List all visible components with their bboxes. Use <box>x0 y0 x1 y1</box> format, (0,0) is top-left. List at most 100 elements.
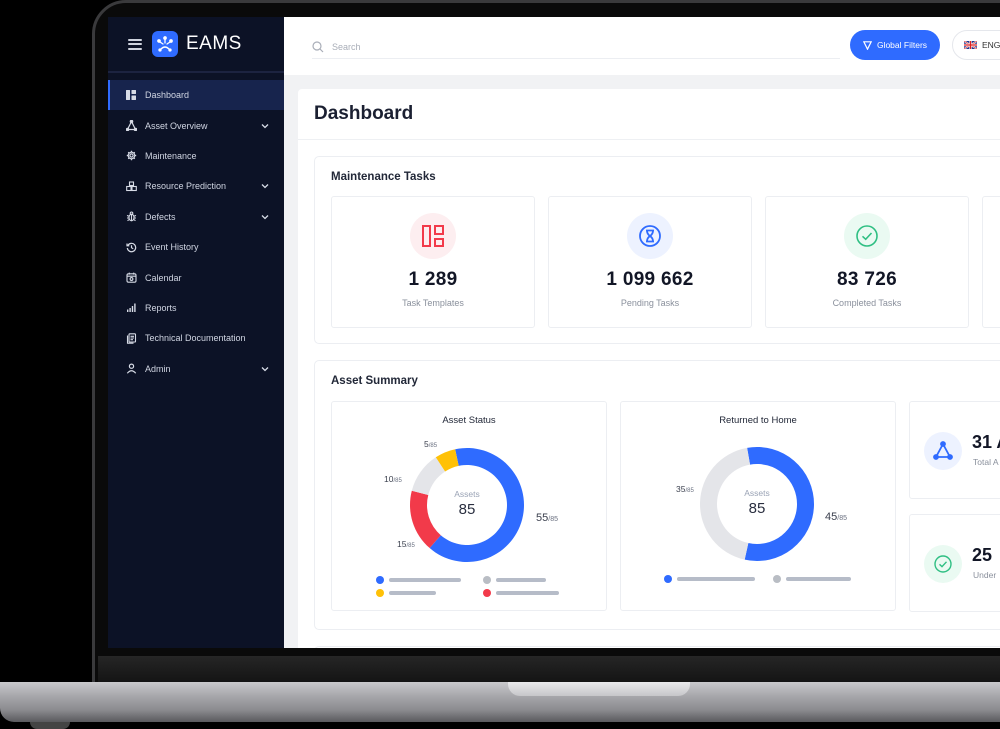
sidebar-item-label: Resource Prediction <box>145 181 227 192</box>
total-assets-card[interactable]: 31 A Total A <box>909 401 1000 499</box>
segment-label-blue: 45/85 <box>825 511 847 523</box>
topbar: Global Filters ENG <box>284 17 1000 75</box>
gear-icon <box>125 150 137 162</box>
sidebar-item-maintenance[interactable]: Maintenance <box>108 141 284 171</box>
uk-flag-icon <box>964 41 977 49</box>
bar-chart-icon <box>125 302 137 314</box>
divider <box>298 139 1000 140</box>
legend-label-placeholder <box>786 577 851 581</box>
sidebar-item-resource-prediction[interactable]: Resource Prediction <box>108 171 284 201</box>
donut-center-value: 85 <box>748 500 766 517</box>
laptop-notch <box>508 682 690 696</box>
search-input[interactable] <box>332 41 812 52</box>
sidebar-item-defects[interactable]: Defects <box>108 202 284 232</box>
boxes-icon <box>125 180 137 192</box>
triangle-nodes-icon <box>125 120 137 132</box>
under-maintenance-card[interactable]: 25 Under <box>909 514 1000 612</box>
sidebar-item-dashboard[interactable]: Dashboard <box>108 80 284 111</box>
laptop-foot <box>30 722 70 729</box>
asset-summary-panel: Asset Summary Asset Status Assets 85 55/… <box>314 360 1000 630</box>
main-content: Dashboard Maintenance Tasks 1 289 Task T… <box>298 89 1000 648</box>
laptop-base <box>0 682 1000 722</box>
sidebar-item-technical-documentation[interactable]: Technical Documentation <box>108 323 284 353</box>
sidebar-item-label: Maintenance <box>145 150 197 161</box>
legend-dot <box>483 576 491 584</box>
legend-item <box>483 576 546 584</box>
document-icon <box>125 332 137 344</box>
pending-tasks-card[interactable]: 1 099 662 Pending Tasks <box>548 196 752 328</box>
chevron-down-icon[interactable] <box>260 364 270 374</box>
segment-label-blue: 55/85 <box>536 512 558 524</box>
legend-label-placeholder <box>496 578 546 582</box>
legend-item <box>376 589 436 597</box>
legend-dot <box>483 589 491 597</box>
legend-dot <box>773 575 781 583</box>
sidebar-item-event-history[interactable]: Event History <box>108 232 284 262</box>
language-label: ENG <box>982 40 1000 50</box>
returned-to-home-chart: Returned to Home Assets 85 45/85 35/85 <box>620 401 896 611</box>
app-name: EAMS <box>186 33 242 54</box>
sidebar-nav: Dashboard Asset Overview Maintenance Res… <box>108 73 284 384</box>
search-bar <box>312 35 840 59</box>
stat-card-partial[interactable] <box>982 196 1000 328</box>
global-filters-button[interactable]: Global Filters <box>850 30 940 60</box>
search-icon <box>312 40 324 52</box>
sidebar-item-asset-overview[interactable]: Asset Overview <box>108 110 284 140</box>
segment-label-red: 15/85 <box>397 539 415 549</box>
legend-dot <box>376 589 384 597</box>
check-circle-icon <box>924 545 962 583</box>
next-panel-partial <box>314 646 1000 648</box>
completed-tasks-card[interactable]: 83 726 Completed Tasks <box>765 196 969 328</box>
panel-title: Maintenance Tasks <box>331 171 436 183</box>
stat-value: 1 289 <box>408 269 458 290</box>
history-icon <box>125 241 137 253</box>
legend-item <box>664 575 755 583</box>
legend-label-placeholder <box>496 591 559 595</box>
dashboard-icon <box>125 89 137 101</box>
chevron-down-icon[interactable] <box>260 121 270 131</box>
check-circle-icon <box>844 213 890 259</box>
stat-label: Pending Tasks <box>620 298 680 308</box>
chevron-down-icon[interactable] <box>260 181 270 191</box>
user-icon <box>125 363 137 375</box>
maintenance-tasks-panel: Maintenance Tasks 1 289 Task Templates 1… <box>314 156 1000 344</box>
app-screen: EAMS Dashboard Asset Overview Maintenanc… <box>108 17 1000 648</box>
brand: EAMS <box>108 17 284 73</box>
segment-label-yellow: 5/85 <box>424 439 438 449</box>
sidebar-item-label: Dashboard <box>145 90 190 101</box>
app-logo-icon <box>152 31 178 57</box>
chevron-down-icon[interactable] <box>260 212 270 222</box>
language-selector[interactable]: ENG <box>952 30 1000 60</box>
legend-item <box>773 575 851 583</box>
calendar-icon <box>125 272 137 284</box>
legend-label-placeholder <box>389 591 436 595</box>
legend-dot <box>376 576 384 584</box>
legend-label-placeholder <box>677 577 755 581</box>
sidebar-item-label: Calendar <box>145 272 182 283</box>
mini-card-value: 31 A <box>972 432 1000 452</box>
sidebar-item-label: Defects <box>145 211 176 222</box>
sidebar-item-reports[interactable]: Reports <box>108 293 284 323</box>
layout-icon <box>410 213 456 259</box>
global-filters-label: Global Filters <box>876 40 928 50</box>
legend-label-placeholder <box>389 578 461 582</box>
asset-status-chart: Asset Status Assets 85 55/85 15/85 10/85… <box>331 401 607 611</box>
filter-icon <box>862 40 872 50</box>
legend-item <box>483 589 559 597</box>
segment-label-gray: 10/85 <box>384 474 402 484</box>
laptop-bezel <box>98 656 1000 682</box>
legend-dot <box>664 575 672 583</box>
sidebar-item-admin[interactable]: Admin <box>108 354 284 384</box>
sidebar-item-label: Admin <box>145 363 171 374</box>
mini-card-label: Total A <box>973 457 999 467</box>
donut-center-value: 85 <box>458 501 476 518</box>
sidebar-item-label: Reports <box>145 302 177 313</box>
stat-value: 83 726 <box>837 269 897 290</box>
sidebar-item-calendar[interactable]: Calendar <box>108 262 284 292</box>
sidebar-item-label: Asset Overview <box>145 120 208 131</box>
hamburger-menu-icon[interactable] <box>128 38 142 50</box>
task-templates-card[interactable]: 1 289 Task Templates <box>331 196 535 328</box>
sidebar: EAMS Dashboard Asset Overview Maintenanc… <box>108 17 284 648</box>
legend-item <box>376 576 461 584</box>
stat-value: 1 099 662 <box>606 269 694 290</box>
